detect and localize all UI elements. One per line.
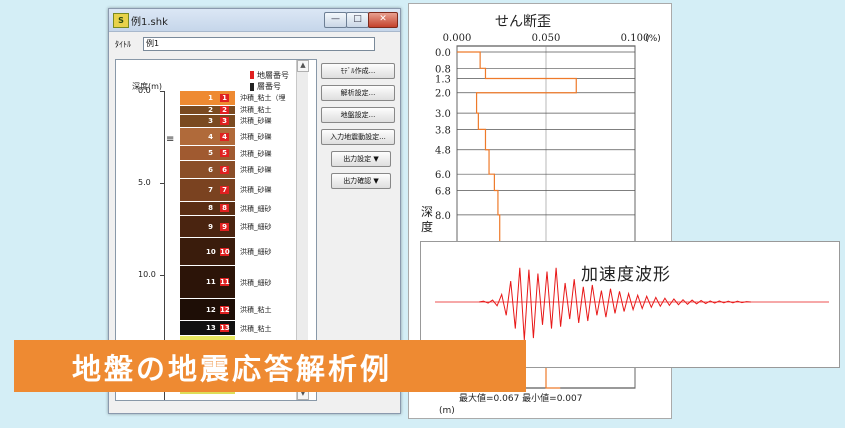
x-tick-label: 0.000 [443,33,472,44]
soil-layer[interactable]: 77 [180,179,235,201]
soil-layer[interactable]: 55 [180,146,235,160]
layer-number: 2 [208,105,213,114]
analysis-settings-button[interactable]: 解析設定... [321,85,395,101]
layer-name: 洪積_細砂 [240,204,272,213]
soil-layer[interactable]: 11 [180,91,235,105]
layer-name: 洪積_粘土 [240,306,272,315]
soil-layer[interactable]: 88 [180,201,235,216]
soil-layer[interactable]: 12 12 [180,299,235,321]
app-icon: S [113,13,129,28]
soil-layer[interactable]: 33 [180,114,235,127]
soil-layer[interactable]: 99 [180,216,235,238]
soil-layer[interactable]: 66 [180,161,235,179]
y-axis-unit: (m) [439,406,455,416]
input-motion-button[interactable]: 入力地震動設定... [321,129,395,145]
title-field-label: ﾀｲﾄﾙ [115,40,131,49]
layer-number: 9 [208,222,213,231]
layer-name: 洪積_粘土 [240,106,272,115]
caption-banner: 地盤の地震応答解析例 [14,340,526,392]
depth-tick [160,183,165,185]
y-tick-label: 1.3 [435,74,451,85]
layer-number: 5 [208,149,213,158]
layer-name: 洪積_粘土 [240,324,272,333]
layer-id-badge: 9 [220,222,229,231]
layer-name: 洪積_細砂 [240,223,272,232]
acceleration-title: 加速度波形 [581,265,671,285]
layer-id-badge: 7 [220,185,229,194]
strain-summary: 最大値=0.067 最小値=0.007 [459,392,582,404]
y-tick-label: 4.8 [435,146,451,157]
y-tick-label: 8.0 [435,211,451,222]
depth-tick [160,91,165,92]
layer-id-badge: 1 [220,93,229,102]
y-tick-label: 6.8 [435,186,451,197]
layer-name: 沖積_粘土（埋 [240,94,286,103]
soil-layer[interactable]: 11 11 [180,266,235,299]
layer-id-badge: 5 [220,149,229,158]
layer-number: 3 [208,116,213,125]
maximize-button[interactable]: □ [346,12,369,28]
output-settings-button[interactable]: 出力設定 ▼ [331,151,391,167]
legend-swatch-layer-no [250,71,254,79]
depth-tick [160,275,165,277]
scroll-up-button[interactable]: ▲ [297,60,309,72]
layer-name: 洪積_細砂 [240,278,272,287]
layer-number: 8 [208,204,213,213]
banner-text: 地盤の地震応答解析例 [72,352,393,386]
soil-layer[interactable]: 13 13 [180,321,235,336]
output-check-button[interactable]: 出力確認 ▼ [331,173,391,189]
layer-number: 13 [206,324,216,333]
layer-name: 洪積_砂礫 [240,133,272,142]
layer-number: 4 [208,132,213,141]
y-tick-label: 0.0 [435,48,451,59]
chart-title: せん断歪 [495,14,551,30]
window-title: 例1.shk [131,17,168,28]
title-input[interactable]: 例1 [143,37,375,51]
depth-tick-label: 10.0 [138,270,156,280]
y-tick-label: 6.0 [435,170,451,181]
soil-layer[interactable]: 44 [180,127,235,146]
ground-settings-button[interactable]: 地盤設定... [321,107,395,123]
layer-name: 洪積_砂礫 [240,186,272,195]
legend-swatch-layer-id [250,83,254,91]
depth-tick-label: 5.0 [138,178,151,188]
y-tick-label: 3.0 [435,109,451,120]
depth-tick-label: 0.0 [138,86,151,95]
window-titlebar[interactable]: S 例1.shk — □ ✕ [109,9,400,32]
layer-id-badge: 8 [220,204,229,213]
layer-name: 洪積_砂礫 [240,117,272,126]
y-tick-label: 3.8 [435,125,451,136]
minimize-button[interactable]: — [324,12,347,28]
layer-id-badge: 11 [220,278,230,287]
x-tick-label: 0.100 [621,33,650,44]
layer-id-badge: 12 [220,305,230,314]
layer-id-badge: 3 [220,116,229,125]
layer-name: 洪積_砂礫 [240,166,272,175]
legend-layer-id: 層番号 [257,82,281,91]
y-tick-label: 2.0 [435,89,451,100]
x-tick-label: 0.050 [532,33,561,44]
layer-id-badge: 13 [220,324,230,333]
layer-id-badge: 10 [220,247,230,256]
soil-layer[interactable]: 10 10 [180,238,235,266]
layer-id-badge: 6 [220,165,229,174]
layer-number: 12 [206,305,216,314]
layer-id-badge: 4 [220,132,229,141]
close-button[interactable]: ✕ [368,12,398,28]
layer-number: 10 [206,247,216,256]
layer-name: 洪積_砂礫 [240,149,272,158]
layer-number: 7 [208,185,213,194]
legend-layer-no: 地層番号 [257,71,289,80]
model-create-button[interactable]: ﾓﾃﾞﾙ作成... [321,63,395,79]
soil-layer[interactable]: 22 [180,105,235,114]
layer-number: 1 [208,93,213,102]
water-level-icon: ≡ [166,134,175,145]
layer-name: 洪積_細砂 [240,248,272,257]
layer-id-badge: 2 [220,105,229,114]
layer-number: 6 [208,165,213,174]
layer-number: 11 [206,278,216,287]
